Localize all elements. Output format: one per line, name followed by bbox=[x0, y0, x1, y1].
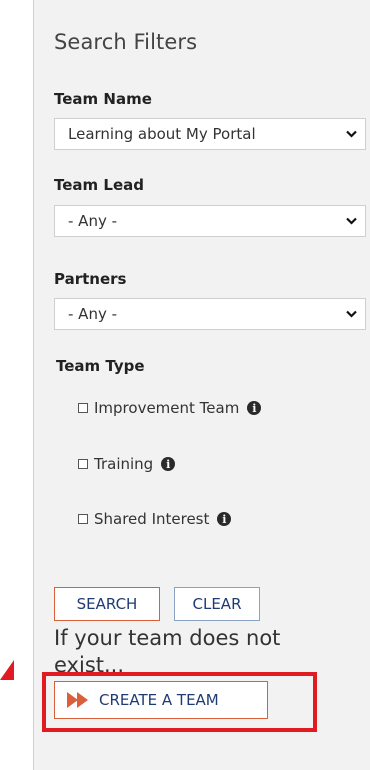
option-label: Shared Interest bbox=[94, 510, 210, 528]
chevron-down-icon bbox=[346, 217, 357, 225]
panel-title: Search Filters bbox=[54, 30, 198, 54]
annotation-arrow-icon bbox=[0, 660, 14, 680]
double-chevron-right-icon bbox=[67, 692, 88, 708]
team-name-label: Team Name bbox=[54, 90, 152, 108]
checkbox[interactable] bbox=[78, 403, 88, 413]
clear-button[interactable]: CLEAR bbox=[174, 587, 260, 621]
chevron-down-icon bbox=[346, 310, 357, 318]
team-type-option-training[interactable]: Training i bbox=[78, 455, 176, 473]
partners-label: Partners bbox=[54, 270, 127, 288]
checkbox[interactable] bbox=[78, 459, 88, 469]
team-type-label: Team Type bbox=[56, 357, 145, 375]
team-name-selected-value: Learning about My Portal bbox=[68, 125, 256, 143]
partners-select[interactable]: - Any - bbox=[54, 298, 366, 330]
chevron-down-icon bbox=[346, 130, 357, 138]
partners-selected-value: - Any - bbox=[68, 305, 118, 323]
team-lead-selected-value: - Any - bbox=[68, 212, 118, 230]
create-team-button[interactable]: CREATE A TEAM bbox=[54, 681, 268, 719]
team-type-option-shared-interest[interactable]: Shared Interest i bbox=[78, 510, 232, 528]
info-icon[interactable]: i bbox=[247, 401, 262, 415]
team-lead-label: Team Lead bbox=[54, 176, 144, 194]
search-button[interactable]: SEARCH bbox=[54, 587, 160, 621]
info-icon[interactable]: i bbox=[161, 457, 176, 471]
option-label: Training bbox=[94, 455, 154, 473]
create-team-note: If your team does not exist... bbox=[54, 626, 281, 677]
team-name-select[interactable]: Learning about My Portal bbox=[54, 118, 366, 150]
search-filters-panel: Search Filters Team Name Learning about … bbox=[33, 0, 370, 770]
checkbox[interactable] bbox=[78, 514, 88, 524]
option-label: Improvement Team bbox=[94, 399, 240, 417]
team-type-option-improvement[interactable]: Improvement Team i bbox=[78, 399, 262, 417]
create-team-label: CREATE A TEAM bbox=[99, 691, 219, 709]
team-lead-select[interactable]: - Any - bbox=[54, 205, 366, 237]
info-icon[interactable]: i bbox=[217, 512, 232, 526]
